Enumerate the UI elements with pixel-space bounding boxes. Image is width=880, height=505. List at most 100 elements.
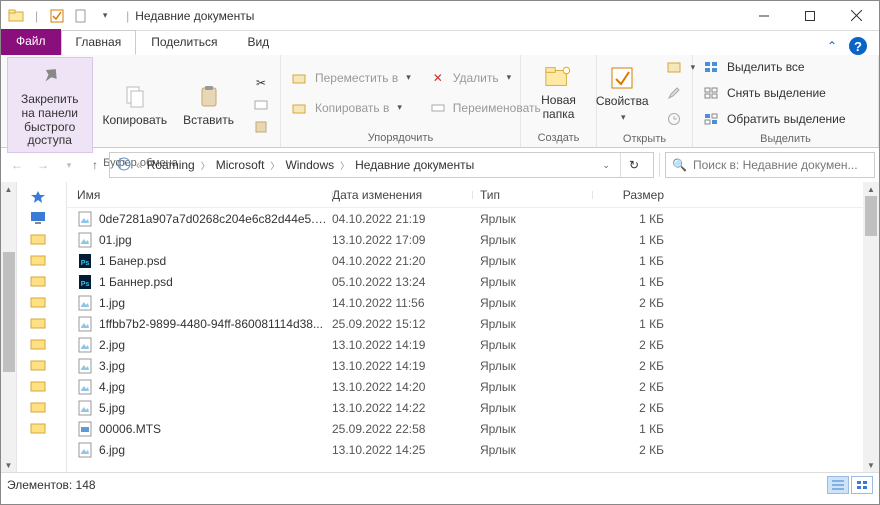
title-bar: | ▾ | Недавние документы (1, 1, 879, 31)
svg-text:Ps: Ps (81, 260, 90, 267)
scroll-down-icon[interactable]: ▼ (863, 458, 879, 472)
crumb-0[interactable]: Roaming (147, 158, 195, 172)
chevron-right-icon[interactable]: 〉 (201, 159, 210, 172)
back-button[interactable]: ← (5, 153, 29, 177)
move-to-button[interactable]: Переместить в▾ (287, 68, 415, 88)
maximize-button[interactable] (787, 1, 833, 31)
tab-file[interactable]: Файл (1, 29, 61, 55)
copy-to-button[interactable]: Копировать в▾ (287, 98, 415, 118)
properties-icon[interactable] (46, 5, 68, 27)
table-row[interactable]: 01.jpg13.10.2022 17:09Ярлык1 КБ (67, 229, 863, 250)
recent-locations-button[interactable]: ▾ (57, 153, 81, 177)
nav-scrollbar[interactable]: ▲ ▼ (1, 182, 17, 472)
nav-item[interactable] (17, 249, 66, 270)
chevron-right-icon[interactable]: 〉 (340, 159, 349, 172)
table-row[interactable]: 6.jpg13.10.2022 14:25Ярлык2 КБ (67, 439, 863, 460)
help-icon[interactable]: ? (849, 37, 867, 55)
table-row[interactable]: 4.jpg13.10.2022 14:20Ярлык2 КБ (67, 376, 863, 397)
cell-name: 0de7281a907a7d0268c204e6c82d44e5.png (77, 211, 332, 227)
column-header-type[interactable]: Тип (472, 188, 592, 202)
column-header-date[interactable]: Дата изменения (332, 188, 472, 202)
scroll-down-icon[interactable]: ▼ (1, 458, 16, 472)
file-scroll-thumb[interactable] (865, 196, 877, 236)
close-button[interactable] (833, 1, 879, 31)
nav-item-quick-access[interactable] (17, 186, 66, 207)
table-row[interactable]: 2.jpg13.10.2022 14:19Ярлык2 КБ (67, 334, 863, 355)
minimize-button[interactable] (741, 1, 787, 31)
paste-shortcut-button[interactable] (248, 117, 274, 137)
properties-button[interactable]: Свойства▾ (590, 62, 655, 124)
file-name: 1 Банер.psd (99, 254, 166, 268)
cell-size: 1 КБ (592, 317, 672, 331)
table-row[interactable]: 1ffbb7b2-9899-4480-94ff-860081114d38...2… (67, 313, 863, 334)
pin-quick-access-button[interactable]: Закрепить на панели быстрого доступа (7, 57, 93, 153)
status-item-count: Элементов: 148 (7, 478, 827, 492)
table-row[interactable]: 00006.MTS25.09.2022 22:58Ярлык1 КБ (67, 418, 863, 439)
qat-dropdown-icon[interactable]: ▾ (94, 5, 116, 27)
column-header-name[interactable]: Имя (77, 188, 332, 202)
cell-type: Ярлык (472, 359, 592, 373)
nav-item[interactable] (17, 270, 66, 291)
nav-item[interactable] (17, 396, 66, 417)
tab-view[interactable]: Вид (232, 30, 284, 55)
nav-item[interactable] (17, 207, 66, 228)
folder-icon[interactable] (5, 5, 27, 27)
nav-item[interactable] (17, 375, 66, 396)
collapse-ribbon-icon[interactable]: ⌃ (827, 39, 837, 53)
crumb-2[interactable]: Windows (285, 158, 334, 172)
ribbon-group-open: Свойства▾ ▾ Открыть (597, 55, 693, 147)
table-row[interactable]: 1.jpg14.10.2022 11:56Ярлык2 КБ (67, 292, 863, 313)
cut-button[interactable]: ✂ (248, 73, 274, 93)
cell-date: 13.10.2022 14:20 (332, 380, 472, 394)
table-row[interactable]: Ps1 Баннер.psd05.10.2022 13:24Ярлык1 КБ (67, 271, 863, 292)
forward-button[interactable]: → (31, 153, 55, 177)
address-box[interactable]: « Roaming 〉 Microsoft 〉 Windows 〉 Недавние … (109, 152, 654, 178)
nav-item[interactable] (17, 228, 66, 249)
crumb-1[interactable]: Microsoft (216, 158, 265, 172)
address-dropdown[interactable]: ⌄ (596, 160, 616, 171)
crumb-3[interactable]: Недавние документы (355, 158, 474, 172)
up-button[interactable]: ↑ (83, 153, 107, 177)
cell-name: 6.jpg (77, 442, 332, 458)
details-view-button[interactable] (827, 476, 849, 494)
chevron-right-icon[interactable]: 〉 (270, 159, 279, 172)
invert-selection-button[interactable]: Обратить выделение (699, 109, 850, 129)
nav-item[interactable] (17, 354, 66, 375)
search-icon: 🔍 (672, 158, 687, 172)
search-box[interactable]: 🔍 Поиск в: Недавние докумен... (665, 152, 875, 178)
nav-item[interactable] (17, 333, 66, 354)
group-label-new: Создать (521, 130, 596, 147)
new-doc-icon[interactable] (70, 5, 92, 27)
table-row[interactable]: 5.jpg13.10.2022 14:22Ярлык2 КБ (67, 397, 863, 418)
scroll-up-icon[interactable]: ▲ (1, 182, 16, 196)
large-icons-view-button[interactable] (851, 476, 873, 494)
refresh-button[interactable]: ↻ (620, 153, 647, 177)
nav-item[interactable] (17, 312, 66, 333)
table-row[interactable]: 0de7281a907a7d0268c204e6c82d44e5.png04.1… (67, 208, 863, 229)
scroll-up-icon[interactable]: ▲ (863, 182, 879, 196)
select-all-button[interactable]: Выделить все (699, 57, 850, 77)
nav-item[interactable] (17, 291, 66, 312)
copy-button[interactable]: Копировать (97, 81, 174, 130)
cut-icon: ✂ (252, 75, 270, 91)
ribbon-tabs: Файл Главная Поделиться Вид ⌃ ? (1, 31, 879, 55)
file-scrollbar[interactable]: ▲ ▼ (863, 182, 879, 472)
copy-to-icon (291, 100, 309, 116)
paste-button[interactable]: Вставить (177, 81, 240, 130)
copy-path-button[interactable] (248, 95, 274, 115)
crumb-ellipsis[interactable]: « (136, 158, 143, 172)
select-none-button[interactable]: Снять выделение (699, 83, 850, 103)
cell-size: 1 КБ (592, 275, 672, 289)
table-row[interactable]: Ps1 Банер.psd04.10.2022 21:20Ярлык1 КБ (67, 250, 863, 271)
tab-share[interactable]: Поделиться (136, 30, 232, 55)
cell-type: Ярлык (472, 275, 592, 289)
group-label-organize: Упорядочить (281, 130, 520, 147)
new-folder-button[interactable]: Новая папка (535, 61, 582, 124)
nav-scroll-thumb[interactable] (3, 252, 15, 372)
cell-date: 25.09.2022 15:12 (332, 317, 472, 331)
table-row[interactable]: 3.jpg13.10.2022 14:19Ярлык2 КБ (67, 355, 863, 376)
column-header-size[interactable]: Размер (592, 188, 672, 202)
nav-item[interactable] (17, 417, 66, 438)
tab-home[interactable]: Главная (61, 30, 137, 55)
cell-date: 13.10.2022 14:25 (332, 443, 472, 457)
